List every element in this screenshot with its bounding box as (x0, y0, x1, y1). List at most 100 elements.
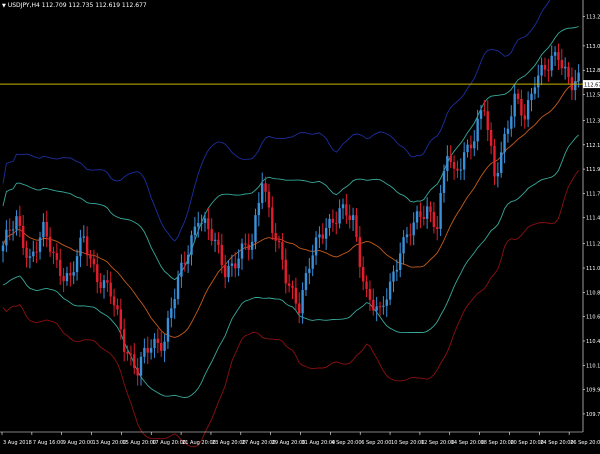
candle-body (186, 254, 190, 264)
candle-body (395, 269, 399, 272)
candle-body (378, 306, 382, 308)
candle-body (375, 306, 378, 311)
y-tick-label: 112.355 (586, 119, 600, 125)
candle-body (331, 218, 335, 223)
candle-body (466, 144, 469, 153)
candle-body (109, 282, 112, 297)
candle-body (48, 236, 52, 252)
x-tick-label: 24 Sep 20:00 (540, 440, 573, 446)
candle-body (473, 141, 476, 149)
candle-body (277, 240, 281, 243)
candle-body (21, 225, 25, 248)
y-tick-label: 111.050 (586, 266, 600, 272)
y-tick-label: 111.925 (586, 167, 600, 173)
candle-body (388, 281, 392, 300)
candle-body (264, 183, 267, 192)
candle-body (476, 118, 479, 142)
candle-body (160, 342, 163, 351)
candle-body (365, 281, 368, 289)
candle-body (163, 341, 166, 351)
candle-body (415, 211, 419, 223)
candle-body (338, 208, 341, 224)
y-tick-label: 112.800 (586, 68, 600, 74)
y-tick-label: 111.265 (586, 242, 600, 248)
candle-body (321, 234, 324, 239)
candle-body (82, 236, 85, 238)
candle-body (139, 356, 143, 376)
candle-body (530, 93, 533, 101)
y-tick-label: 111.495 (586, 216, 600, 222)
candle-body (190, 235, 193, 255)
x-tick-label: 7 Aug 16:00 (33, 440, 64, 446)
candle-body (96, 264, 99, 283)
price-chart[interactable]: 112.677 113.275 113.015 112.800 112.585 112.… (0, 0, 600, 450)
candle-body (318, 234, 321, 238)
candle-body (35, 251, 38, 253)
candle-body (493, 145, 496, 177)
chart-area[interactable]: ▼ USDJPY,H4 112.709 112.735 112.619 112.6… (0, 0, 600, 450)
candle-body (523, 115, 526, 120)
candle-body (183, 262, 186, 264)
y-tick-label: 110.835 (586, 290, 600, 296)
candle-body (244, 243, 247, 245)
candle-body (348, 215, 351, 221)
candle-body (200, 222, 203, 224)
candle-body (220, 244, 224, 266)
candle-body (32, 251, 35, 257)
candle-body (446, 155, 449, 172)
candle-body (547, 69, 550, 71)
candle-body (567, 66, 570, 78)
candle-body (308, 268, 311, 274)
candle-body (358, 237, 362, 267)
chevron-down-icon[interactable]: ▼ (2, 3, 6, 9)
candle-body (230, 263, 234, 266)
candle-body (412, 222, 415, 236)
candle-body (69, 273, 72, 276)
candle-body (146, 347, 149, 353)
candle-body (166, 317, 170, 342)
candle-body (28, 256, 32, 258)
candle-body (351, 215, 355, 221)
candle-body (133, 354, 136, 368)
candle-body (173, 299, 176, 309)
candle-body (368, 288, 372, 300)
candle-body (526, 100, 530, 120)
candle-body (432, 211, 436, 228)
candle-body (372, 299, 375, 311)
ohlc-readout: 112.709 112.735 112.619 112.677 (41, 2, 147, 9)
candle-body (419, 211, 422, 217)
candle-body (294, 287, 298, 304)
candle-body (574, 81, 577, 91)
candle-body (116, 305, 119, 310)
y-tick-label: 109.975 (586, 388, 600, 394)
candle-body (510, 116, 513, 129)
candle-body (311, 255, 314, 269)
candle-body (503, 133, 506, 153)
candle-body (533, 87, 537, 94)
candle-body (304, 273, 308, 290)
y-tick-label: 111.710 (586, 191, 600, 197)
chart-header: ▼ USDJPY,H4 112.709 112.735 112.619 112.6… (2, 2, 147, 9)
candle-body (89, 255, 92, 259)
candle-body (193, 226, 197, 236)
x-tick-label: 12 Sep 20:00 (421, 440, 454, 446)
y-tick-label: 113.015 (586, 44, 600, 50)
candle-body (149, 348, 153, 353)
y-tick-label: 109.760 (586, 412, 600, 418)
x-tick-label: 15 Aug 20:00 (122, 440, 156, 446)
candle-body (557, 52, 560, 61)
candle-body (550, 55, 553, 71)
candle-body (153, 338, 156, 349)
candle-body (38, 237, 42, 252)
candle-body (223, 265, 227, 278)
y-tick-label: 110.405 (586, 339, 600, 345)
candle-body (402, 237, 405, 254)
candle-body (291, 285, 294, 288)
candle-body (479, 110, 483, 119)
candle-body (335, 222, 338, 224)
candle-body (537, 75, 540, 88)
candle-body (422, 216, 425, 219)
candle-body (267, 191, 271, 208)
candle-body (563, 66, 567, 69)
candle-body (62, 276, 65, 282)
